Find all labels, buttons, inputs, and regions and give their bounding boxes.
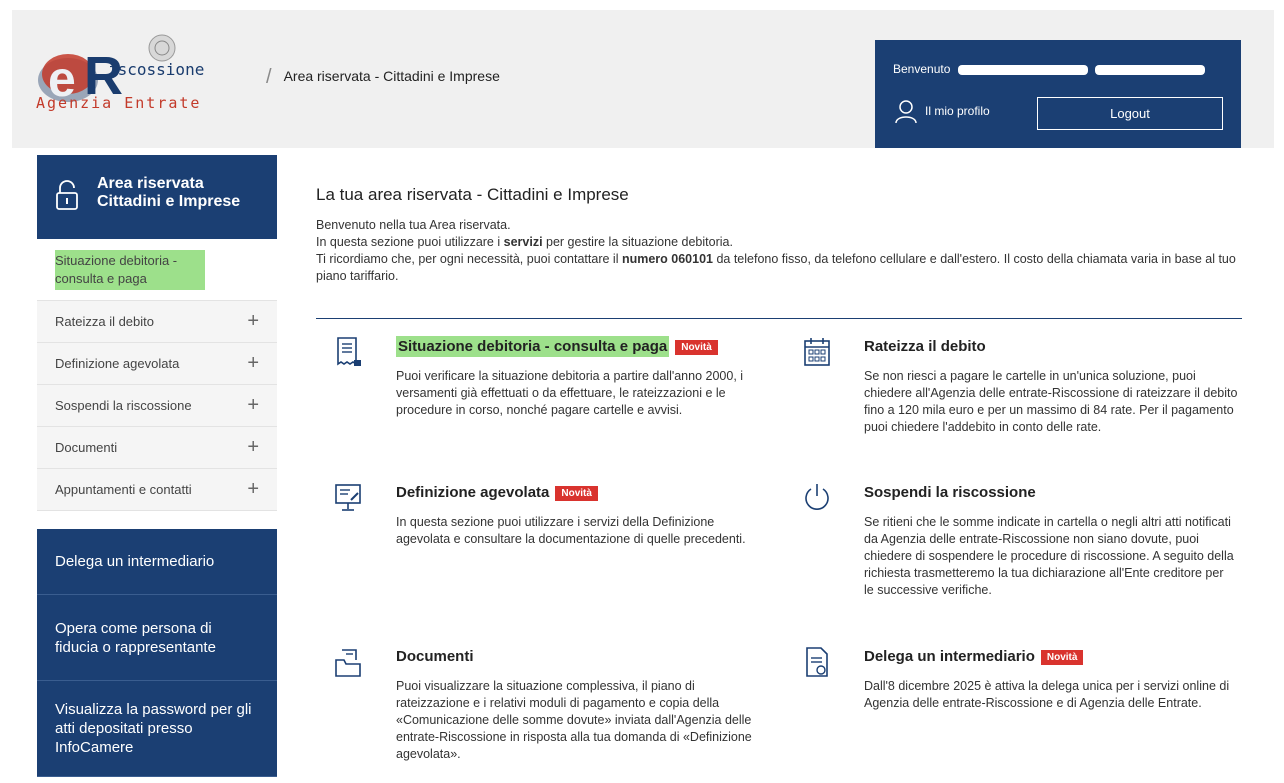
site-header: e R iscossione Agenzia Entrate / Area ris… xyxy=(12,10,1274,148)
intro-line-1: Benvenuto nella tua Area riservata. xyxy=(316,218,511,232)
logo-text-agenzia: Agenzia Entrate xyxy=(36,94,202,112)
page-title: La tua area riservata - Cittadini e Impr… xyxy=(316,185,629,204)
intro-line-2: In questa sezione puoi utilizzare i serv… xyxy=(316,235,733,249)
card-description: In questa sezione puoi utilizzare i serv… xyxy=(396,515,746,546)
plus-icon[interactable]: + xyxy=(247,394,259,417)
plus-icon[interactable]: + xyxy=(247,436,259,459)
sidebar-item-label: Situazione debitoria - consulta e paga xyxy=(55,249,205,290)
welcome-label: Benvenuto xyxy=(893,62,951,76)
breadcrumb: / Area riservata - Cittadini e Imprese xyxy=(266,64,500,88)
redacted-name xyxy=(957,64,1088,75)
logo-text-riscossione: iscossione xyxy=(108,60,205,79)
sidebar-link-persona-fiducia[interactable]: Opera come persona di fiducia o rapprese… xyxy=(37,595,277,681)
card-description: Puoi visualizzare la situazione compless… xyxy=(396,679,752,761)
folder-document-icon xyxy=(335,649,361,677)
card-definizione-agevolata[interactable]: Definizione agevolata Novità In questa se… xyxy=(334,482,774,592)
monitor-edit-icon xyxy=(335,484,361,511)
document-check-icon xyxy=(806,647,828,677)
card-delega-intermediario[interactable]: Delega un intermediario Novità Dall'8 dic… xyxy=(802,646,1242,756)
main-content: La tua area riservata - Cittadini e Impr… xyxy=(316,185,1242,285)
breadcrumb-current: Area riservata - Cittadini e Imprese xyxy=(283,68,500,84)
sidebar-item-definizione-agevolata[interactable]: Definizione agevolata + xyxy=(37,343,277,385)
novita-badge: Novità xyxy=(1040,649,1084,665)
card-rateizza[interactable]: Rateizza il debito Se non riesci a pagar… xyxy=(802,336,1242,456)
sidebar-item-label: Sospendi la riscossione xyxy=(55,398,192,413)
card-title[interactable]: Definizione agevolata Novità xyxy=(396,484,598,501)
card-title[interactable]: Sospendi la riscossione xyxy=(864,484,1036,501)
sidebar: Area riservata Cittadini e Imprese Situa… xyxy=(37,155,277,777)
sidebar-header: Area riservata Cittadini e Imprese xyxy=(37,155,277,239)
card-documenti[interactable]: Documenti Puoi visualizzare la situazion… xyxy=(334,646,774,776)
card-situazione-debitoria[interactable]: Situazione debitoria - consulta e paga No… xyxy=(334,336,774,446)
breadcrumb-separator: / xyxy=(266,66,272,88)
sidebar-link-label: Opera come persona di fiducia o rapprese… xyxy=(55,619,216,656)
sidebar-title: Area riservata Cittadini e Imprese xyxy=(97,175,240,211)
sidebar-item-label: Rateizza il debito xyxy=(55,314,154,329)
sidebar-link-password-infocamere[interactable]: Visualizza la password per gli atti depo… xyxy=(37,681,277,777)
sidebar-link-label: Visualizza la password per gli atti depo… xyxy=(55,701,252,756)
user-box: Benvenuto Il mio profilo Logout xyxy=(875,40,1241,148)
card-sospendi[interactable]: Sospendi la riscossione Se ritieni che l… xyxy=(802,482,1242,612)
novita-badge: Novità xyxy=(555,485,598,501)
sidebar-item-label: Documenti xyxy=(55,440,118,455)
profile-link[interactable]: Il mio profilo xyxy=(893,98,990,124)
card-description: Se non riesci a pagare le cartelle in un… xyxy=(864,369,1238,434)
plus-icon[interactable]: + xyxy=(247,352,259,375)
profile-label: Il mio profilo xyxy=(925,104,990,118)
sidebar-item-label: Definizione agevolata xyxy=(55,356,180,371)
sidebar-item-situazione-debitoria[interactable]: Situazione debitoria - consulta e paga xyxy=(37,239,277,301)
sidebar-item-label: Appuntamenti e contatti xyxy=(55,482,192,497)
lock-icon xyxy=(56,180,78,210)
sidebar-item-sospendi[interactable]: Sospendi la riscossione + xyxy=(37,385,277,427)
intro-line-3: Ti ricordiamo che, per ogni necessità, p… xyxy=(316,252,1236,283)
sidebar-item-appuntamenti[interactable]: Appuntamenti e contatti + xyxy=(37,469,277,511)
sidebar-item-documenti[interactable]: Documenti + xyxy=(37,427,277,469)
section-divider xyxy=(316,318,1242,319)
card-title[interactable]: Delega un intermediario Novità xyxy=(864,648,1084,665)
redacted-surname xyxy=(1095,64,1206,75)
sidebar-title-line1: Area riservata xyxy=(97,175,204,192)
card-title[interactable]: Rateizza il debito xyxy=(864,338,986,355)
receipt-icon xyxy=(337,337,361,366)
card-title[interactable]: Situazione debitoria - consulta e paga No… xyxy=(396,336,718,357)
card-description: Dall'8 dicembre 2025 è attiva la delega … xyxy=(864,679,1230,710)
novita-badge: Novità xyxy=(675,339,718,355)
sidebar-link-delega[interactable]: Delega un intermediario xyxy=(37,529,277,595)
card-title[interactable]: Documenti xyxy=(396,648,474,665)
card-description: Puoi verificare la situazione debitoria … xyxy=(396,369,744,417)
plus-icon[interactable]: + xyxy=(247,310,259,333)
card-description: Se ritieni che le somme indicate in cart… xyxy=(864,515,1234,597)
power-icon xyxy=(805,484,829,510)
logout-button[interactable]: Logout xyxy=(1037,97,1223,130)
sidebar-link-label: Delega un intermediario xyxy=(55,553,215,570)
welcome-text: Benvenuto xyxy=(893,62,1206,76)
calendar-icon xyxy=(804,338,830,366)
user-icon xyxy=(895,100,917,124)
intro-text: Benvenuto nella tua Area riservata. In q… xyxy=(316,217,1242,285)
plus-icon[interactable]: + xyxy=(247,478,259,501)
sidebar-item-rateizza[interactable]: Rateizza il debito + xyxy=(37,301,277,343)
sidebar-title-line2: Cittadini e Imprese xyxy=(97,193,241,210)
